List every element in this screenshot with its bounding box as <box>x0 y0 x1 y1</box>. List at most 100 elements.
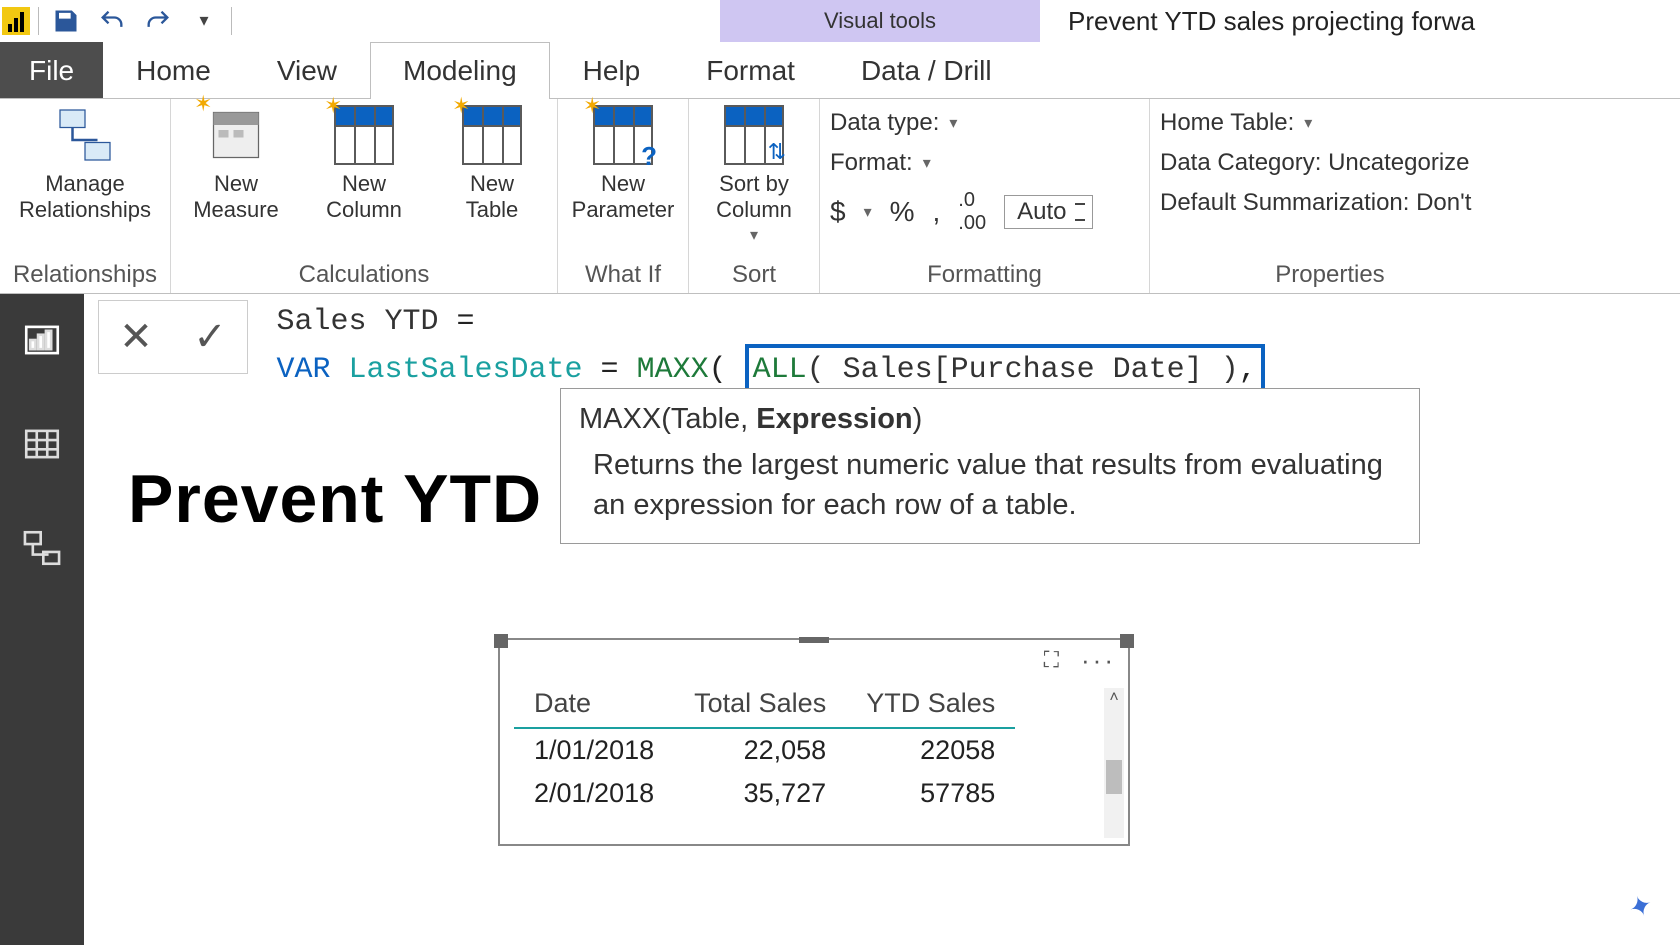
formula-bar: ✕ ✓ Sales YTD = VAR LastSalesDate = MAXX… <box>98 300 1670 396</box>
maxx-fn: MAXX <box>637 353 709 387</box>
sort-icon: ⇅ <box>724 105 784 165</box>
scroll-thumb[interactable] <box>1106 760 1122 794</box>
undo-button[interactable] <box>93 3 131 39</box>
new-parameter-button[interactable]: ? New Parameter <box>568 105 678 223</box>
cell-total: 35,727 <box>674 772 846 815</box>
table-header-row: Date Total Sales YTD Sales <box>514 680 1015 728</box>
group-label-sort: Sort <box>699 261 809 291</box>
data-type-label: Data type: <box>830 109 939 137</box>
col-date[interactable]: Date <box>514 680 674 728</box>
tab-home[interactable]: Home <box>103 42 244 98</box>
cell-ytd: 57785 <box>846 772 1015 815</box>
qat-separator <box>38 7 39 35</box>
new-column-label: New Column <box>326 171 402 223</box>
tooltip-description: Returns the largest numeric value that r… <box>579 445 1401 525</box>
data-category-label: Data Category: Uncategorize <box>1160 149 1470 177</box>
table-scrollbar[interactable]: ˄ <box>1104 688 1124 838</box>
parameter-icon: ? <box>593 105 653 165</box>
table-row: 2/01/2018 35,727 57785 <box>514 772 1015 815</box>
view-rail <box>0 294 84 945</box>
chevron-down-icon: ▾ <box>750 223 758 249</box>
paren-open: ( <box>709 353 727 387</box>
model-view-button[interactable] <box>14 520 70 576</box>
tab-data-drill[interactable]: Data / Drill <box>828 42 1025 98</box>
comma: , <box>1239 353 1257 387</box>
thousands-button[interactable]: , <box>933 196 941 228</box>
formula-editor[interactable]: Sales YTD = VAR LastSalesDate = MAXX( AL… <box>252 300 1264 396</box>
redo-button[interactable] <box>139 3 177 39</box>
new-column-button[interactable]: New Column <box>309 105 419 223</box>
report-view-button[interactable] <box>14 312 70 368</box>
percent-button[interactable]: % <box>890 196 915 228</box>
document-title: Prevent YTD sales projecting forwa <box>1068 0 1475 42</box>
ribbon-tabs: File Home View Modeling Help Format Data… <box>0 42 1680 98</box>
commit-formula-button[interactable]: ✓ <box>173 301 247 373</box>
sort-by-column-label: Sort by Column <box>716 171 792 223</box>
intellisense-tooltip: MAXX(Table, Expression) Returns the larg… <box>560 388 1420 544</box>
chevron-down-icon[interactable]: ▾ <box>864 202 872 222</box>
equals: = <box>438 305 474 339</box>
column-icon <box>334 105 394 165</box>
decimals-button[interactable]: .0.00 <box>958 189 986 235</box>
group-calculations: New Measure New Column New Table Calcula… <box>171 99 558 293</box>
cancel-formula-button[interactable]: ✕ <box>99 301 173 373</box>
app-icon <box>2 7 30 35</box>
group-label-whatif: What If <box>568 261 678 291</box>
group-relationships: Manage Relationships Relationships <box>0 99 171 293</box>
data-view-button[interactable] <box>14 416 70 472</box>
group-whatif: ? New Parameter What If <box>558 99 689 293</box>
table-row: 1/01/2018 22,058 22058 <box>514 728 1015 772</box>
group-formatting: Data type: ▾ Format: ▾ $ ▾ % , .0.00 Aut… <box>820 99 1150 293</box>
resize-handle[interactable] <box>494 634 508 648</box>
chevron-down-icon[interactable]: ▾ <box>1304 113 1312 133</box>
scroll-up-arrow[interactable]: ˄ <box>1104 688 1124 708</box>
focus-mode-icon[interactable]: ⛶ <box>1044 647 1059 673</box>
undo-icon <box>98 7 126 35</box>
new-measure-button[interactable]: New Measure <box>181 105 291 223</box>
manage-relationships-label: Manage Relationships <box>19 171 151 223</box>
cell-date: 2/01/2018 <box>514 772 674 815</box>
chevron-down-icon[interactable]: ▾ <box>923 153 931 173</box>
more-options-icon[interactable]: ··· <box>1081 645 1116 676</box>
sort-by-column-button[interactable]: ⇅ Sort by Column ▾ <box>699 105 809 249</box>
data-table: Date Total Sales YTD Sales 1/01/2018 22,… <box>514 680 1015 815</box>
all-arg: ( Sales[Purchase Date] ) <box>807 353 1239 387</box>
drag-handle[interactable] <box>799 637 829 643</box>
chevron-down-icon[interactable]: ▾ <box>949 113 957 133</box>
tab-file[interactable]: File <box>0 42 103 98</box>
variable-name: LastSalesDate <box>348 353 582 387</box>
tab-help[interactable]: Help <box>550 42 674 98</box>
save-icon <box>52 7 80 35</box>
group-label-relationships: Relationships <box>10 261 160 291</box>
new-measure-label: New Measure <box>193 171 279 223</box>
manage-relationships-button[interactable]: Manage Relationships <box>10 105 160 223</box>
cell-total: 22,058 <box>674 728 846 772</box>
save-button[interactable] <box>47 3 85 39</box>
title-bar: ▾ Visual tools Prevent YTD sales project… <box>0 0 1680 42</box>
currency-button[interactable]: $ <box>830 196 846 228</box>
tab-format[interactable]: Format <box>673 42 828 98</box>
col-total-sales[interactable]: Total Sales <box>674 680 846 728</box>
report-view-icon <box>21 319 63 361</box>
new-table-label: New Table <box>466 171 519 223</box>
quick-access-toolbar: ▾ <box>0 3 232 39</box>
table-icon <box>462 105 522 165</box>
measure-name: Sales YTD <box>276 305 438 339</box>
ribbon: Manage Relationships Relationships New M… <box>0 98 1680 294</box>
qat-separator <box>231 7 232 35</box>
tab-view[interactable]: View <box>244 42 370 98</box>
resize-handle[interactable] <box>1120 634 1134 648</box>
new-table-button[interactable]: New Table <box>437 105 547 223</box>
tab-modeling[interactable]: Modeling <box>370 42 550 98</box>
formula-bar-buttons: ✕ ✓ <box>98 300 248 374</box>
default-summarization-label: Default Summarization: Don't <box>1160 189 1471 217</box>
group-label-formatting: Formatting <box>830 261 1139 291</box>
table-visual[interactable]: ⛶ ··· Date Total Sales YTD Sales 1/01/20… <box>498 638 1130 846</box>
qat-customize-button[interactable]: ▾ <box>185 3 223 39</box>
group-sort: ⇅ Sort by Column ▾ Sort <box>689 99 820 293</box>
var-keyword: VAR <box>276 353 330 387</box>
format-label: Format: <box>830 149 913 177</box>
cell-ytd: 22058 <box>846 728 1015 772</box>
decimal-places-spinner[interactable]: Auto <box>1004 195 1093 229</box>
col-ytd-sales[interactable]: YTD Sales <box>846 680 1015 728</box>
